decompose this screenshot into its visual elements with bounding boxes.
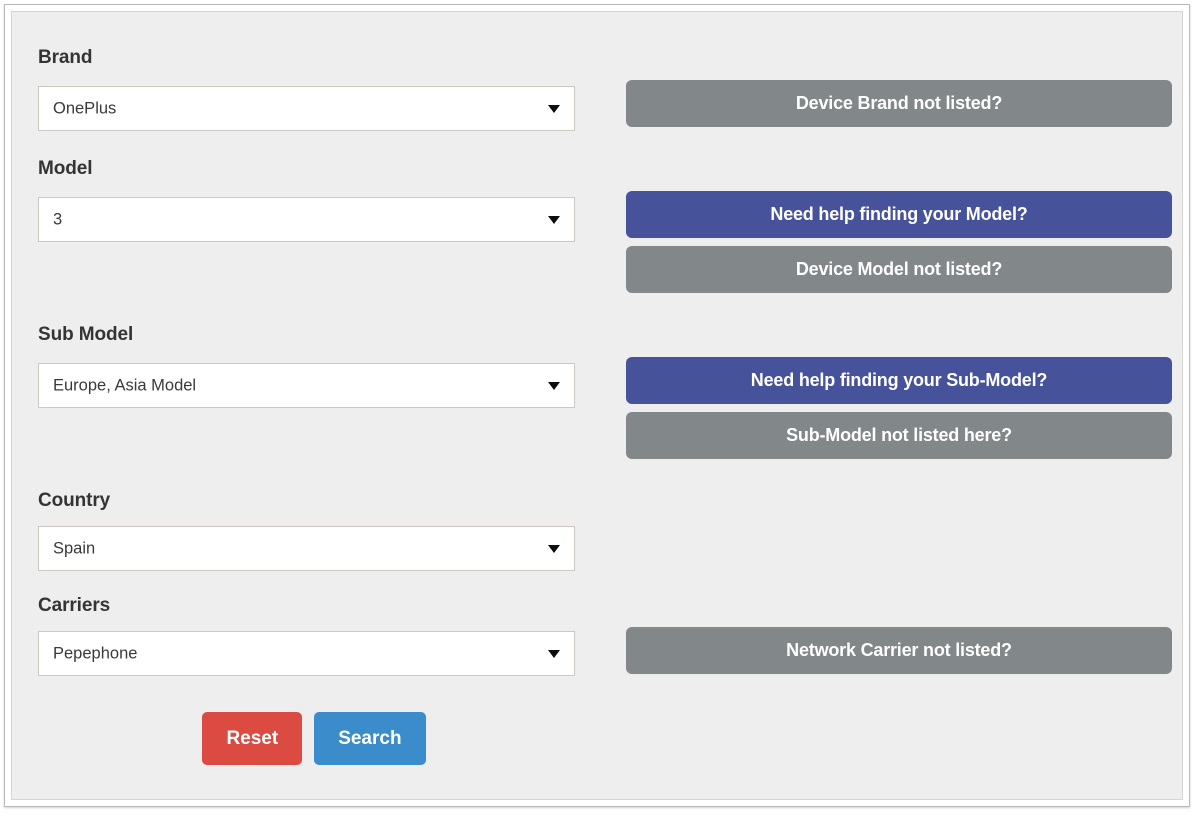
reset-button[interactable]: Reset — [202, 712, 303, 765]
chevron-down-icon — [548, 104, 560, 113]
carriers-label: Carriers — [38, 595, 111, 616]
model-select-value: 3 — [53, 210, 63, 228]
country-label: Country — [38, 490, 111, 511]
form-fields-column: Brand OnePlus Model 3 Sub Model Europe, … — [38, 12, 590, 799]
network-carrier-not-listed-button[interactable]: Network Carrier not listed? — [626, 627, 1172, 674]
sub-model-select-value: Europe, Asia Model — [53, 376, 197, 394]
brand-label: Brand — [38, 47, 93, 68]
chevron-down-icon — [548, 544, 560, 553]
carriers-select[interactable]: Pepephone — [38, 631, 575, 676]
carriers-select-value: Pepephone — [53, 644, 138, 662]
model-label: Model — [38, 158, 93, 179]
sub-model-select[interactable]: Europe, Asia Model — [38, 363, 575, 408]
chevron-down-icon — [548, 215, 560, 224]
model-select[interactable]: 3 — [38, 197, 575, 242]
sub-model-label: Sub Model — [38, 324, 134, 345]
form-actions: Reset Search — [38, 712, 590, 765]
search-button[interactable]: Search — [314, 712, 426, 765]
window-frame: Brand OnePlus Model 3 Sub Model Europe, … — [4, 4, 1190, 807]
brand-select[interactable]: OnePlus — [38, 86, 575, 131]
device-search-form-panel: Brand OnePlus Model 3 Sub Model Europe, … — [11, 11, 1183, 800]
help-buttons-column: Device Brand not listed? Need help findi… — [626, 12, 1174, 799]
device-model-not-listed-button[interactable]: Device Model not listed? — [626, 246, 1172, 293]
country-select-value: Spain — [53, 539, 96, 557]
country-select[interactable]: Spain — [38, 526, 575, 571]
sub-model-not-listed-here-button[interactable]: Sub-Model not listed here? — [626, 412, 1172, 459]
chevron-down-icon — [548, 649, 560, 658]
need-help-finding-sub-model-button[interactable]: Need help finding your Sub-Model? — [626, 357, 1172, 404]
need-help-finding-model-button[interactable]: Need help finding your Model? — [626, 191, 1172, 238]
device-brand-not-listed-button[interactable]: Device Brand not listed? — [626, 80, 1172, 127]
brand-select-value: OnePlus — [53, 99, 117, 117]
chevron-down-icon — [548, 381, 560, 390]
